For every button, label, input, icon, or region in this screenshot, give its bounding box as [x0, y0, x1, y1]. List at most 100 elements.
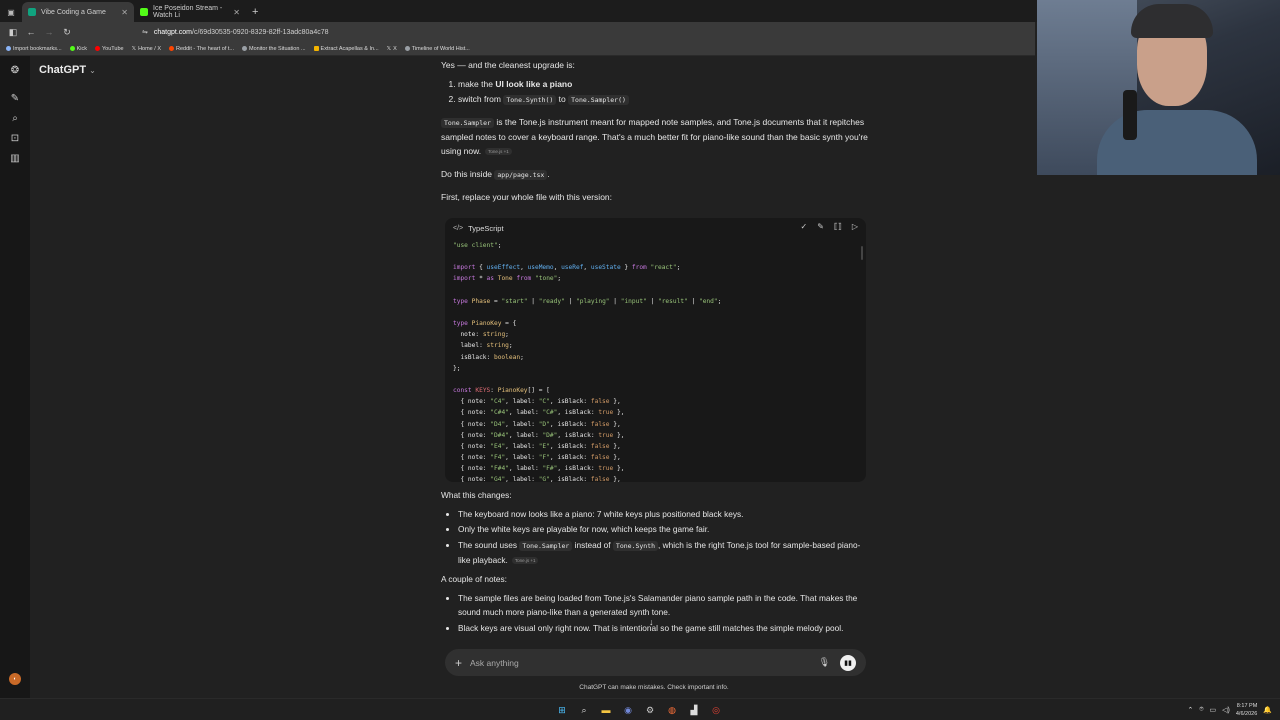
bookmark-x-home[interactable]: 𝕏 Home / X	[132, 46, 161, 52]
check-icon[interactable]: ✓	[801, 222, 808, 231]
site-info-icon[interactable]: ⇋	[142, 28, 148, 36]
kick-icon	[69, 46, 75, 51]
plus-icon[interactable]: +	[455, 656, 462, 670]
windows-start-icon[interactable]: ⊞	[554, 702, 570, 718]
bookmark-label: Reddit - The heart of t...	[176, 45, 234, 52]
code-block: </> TypeScript ✓ ✎ ⟦⟧ ▷ "use client"; im…	[445, 218, 866, 482]
code-line: { note: "C4", label: "C", isBlack: false…	[453, 398, 621, 406]
close-tab-icon[interactable]: ✕	[121, 8, 128, 17]
forward-arrow-icon[interactable]: →	[40, 27, 58, 37]
bookmark-import[interactable]: Import bookmarks...	[6, 46, 62, 52]
images-icon[interactable]: ⊡	[9, 133, 21, 145]
code-language: TypeScript	[468, 223, 504, 233]
chevron-up-icon[interactable]: ⌃	[1187, 706, 1193, 714]
code-line: "use client";	[453, 242, 502, 249]
url-field[interactable]: ⇋ chatgpt.com/c/69d30535-0920-8329-82ff-…	[142, 28, 329, 37]
expand-icon[interactable]: ⟦⟧	[834, 222, 842, 231]
tab-actions-icon[interactable]: ▣	[0, 2, 22, 22]
list-item: Black keys are visual only right now. Th…	[458, 621, 871, 636]
discord-icon[interactable]: ◉	[620, 702, 636, 718]
changes-heading: What this changes:	[441, 490, 512, 500]
bookmark-x[interactable]: 𝕏X	[387, 46, 397, 52]
avatar[interactable]: ◐	[9, 673, 21, 685]
scroll-down-icon[interactable]: ↓	[649, 617, 654, 627]
close-tab-icon[interactable]: ✕	[233, 8, 240, 17]
tab-vibe-coding[interactable]: Vibe Coding a Game ✕	[22, 2, 134, 22]
library-icon[interactable]: ▥	[9, 153, 21, 165]
sampler-paragraph: Tone.Sampler is the Tone.js instrument m…	[441, 115, 871, 159]
inline-code: Tone.Sampler	[441, 118, 494, 128]
bookmark-label: Extract Acapellas & In...	[320, 45, 379, 52]
inline-code: Tone.Sampler	[519, 540, 573, 551]
sidebar-toggle-icon[interactable]: ◧	[4, 27, 22, 38]
url-host: chatgpt.com	[153, 28, 193, 36]
url-path: /c/69d30535-0920-8329-82ff-13adc80a4c78	[192, 28, 329, 36]
tab-ice-poseidon[interactable]: Ice Poseidon Stream - Watch Li ✕	[134, 2, 246, 22]
bookmark-acapellas[interactable]: Extract Acapellas & In...	[313, 45, 379, 52]
youtube-icon	[95, 46, 100, 51]
list-item: switch from Tone.Synth() to Tone.Sampler…	[458, 92, 871, 107]
voice-mode-icon[interactable]: ▮▮	[840, 654, 856, 671]
composer: + 🎙 ▮▮	[445, 649, 866, 676]
bookmark-reddit[interactable]: Reddit - The heart of t...	[169, 46, 234, 52]
webcam-person-cap	[1131, 4, 1213, 38]
webcam-microphone	[1123, 90, 1137, 140]
bookmark-timeline[interactable]: Timeline of World Hist...	[404, 45, 470, 52]
chrome-icon[interactable]: ◎	[708, 702, 724, 718]
inline-code: Tone.Sampler()	[568, 95, 629, 105]
settings-gear-icon[interactable]: ⚙	[642, 702, 658, 718]
clock[interactable]: 8:17 PM 4/6/2026	[1236, 702, 1257, 718]
prompt-input[interactable]	[470, 657, 819, 668]
citation-pill[interactable]: Tone.js +1	[511, 556, 539, 564]
file-explorer-icon[interactable]: ▬	[598, 702, 614, 718]
search-icon[interactable]: ⌕	[9, 113, 21, 125]
list-item: make the UI look like a piano	[458, 77, 871, 91]
network-icon[interactable]: ▭	[1210, 706, 1217, 714]
paragraph-text: .	[547, 168, 550, 179]
chatgpt-favicon-icon	[28, 8, 36, 16]
do-this-paragraph: Do this inside app/page.tsx.	[441, 167, 871, 182]
bookmark-label: Monitor the Situation ...	[248, 45, 306, 52]
code-line: { note: "F#4", label: "F#", isBlack: tru…	[453, 465, 625, 473]
back-arrow-icon[interactable]: ←	[22, 27, 40, 37]
model-selector[interactable]: ChatGPT ⌄	[39, 64, 96, 76]
clock-date: 4/6/2026	[1235, 711, 1258, 717]
run-icon[interactable]: ▷	[852, 222, 858, 231]
clock-time: 8:17 PM	[1236, 703, 1258, 709]
taskbar-apps: ⊞ ⌕ ▬ ◉ ⚙ ◍ ▟ ◎	[554, 702, 724, 718]
page-icon	[404, 46, 410, 51]
bookmark-label: Home / X	[138, 45, 161, 52]
code-line: const KEYS: PianoKey[] = [	[453, 387, 550, 395]
browser-icon[interactable]: ◍	[664, 702, 680, 718]
bookmark-youtube[interactable]: YouTube	[95, 46, 124, 52]
location-icon[interactable]: ⌾	[1199, 706, 1203, 714]
bookmarks-bar: Import bookmarks... Kick YouTube 𝕏 Home /…	[0, 42, 1035, 56]
citation-pill[interactable]: Tone.js +1	[485, 147, 512, 155]
bookmark-label: YouTube	[102, 45, 124, 52]
bookmark-monitor[interactable]: Monitor the Situation ...	[241, 45, 306, 52]
bookmark-label: Kick	[76, 45, 87, 52]
notifications-icon[interactable]: 🔔	[1263, 706, 1272, 714]
terminal-icon[interactable]: ▟	[686, 702, 702, 718]
openai-logo-icon[interactable]: ❂	[9, 65, 21, 77]
list-item: Only the white keys are playable for now…	[458, 522, 871, 537]
list-text: The sound uses	[458, 539, 520, 550]
assistant-message-continued: What this changes: The keyboard now look…	[441, 488, 871, 639]
code-content: "use client"; import { useEffect, useMem…	[445, 238, 866, 482]
step-bold: UI look like a piano	[495, 79, 573, 89]
code-scrollbar[interactable]	[861, 246, 863, 260]
bookmark-label: Timeline of World Hist...	[411, 45, 470, 52]
x-logo-icon: 𝕏	[386, 45, 392, 52]
bookmark-kick[interactable]: Kick	[69, 45, 87, 52]
volume-icon[interactable]: ◁)	[1222, 706, 1230, 714]
search-icon[interactable]: ⌕	[576, 702, 592, 718]
code-line: type PianoKey = {	[453, 320, 517, 328]
edit-icon[interactable]: ✎	[817, 222, 824, 231]
kick-favicon-icon	[140, 8, 148, 16]
microphone-icon[interactable]: 🎙	[819, 657, 830, 668]
new-chat-icon[interactable]: ✎	[9, 93, 21, 105]
reload-icon[interactable]: ↻	[58, 27, 76, 38]
x-logo-icon: 𝕏	[131, 45, 137, 52]
new-tab-icon[interactable]: +	[252, 2, 258, 22]
step-text: make the	[458, 79, 496, 89]
